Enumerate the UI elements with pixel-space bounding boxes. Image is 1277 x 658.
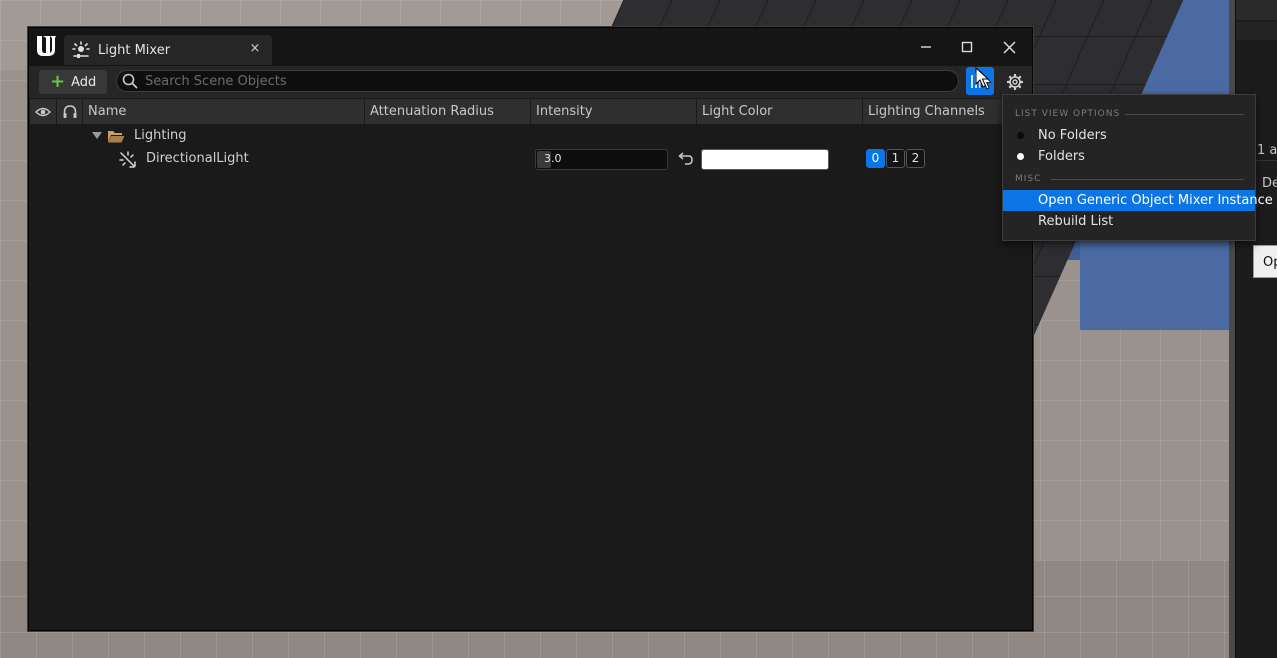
lighting-channel-1[interactable]: 1 (886, 149, 905, 168)
menu-item-no-folders[interactable]: No Folders (1003, 125, 1255, 146)
add-button[interactable]: + Add (39, 70, 107, 94)
lighting-channel-0[interactable]: 0 (866, 149, 885, 168)
search-input[interactable] (145, 73, 925, 89)
maximize-button[interactable] (952, 34, 982, 60)
maximize-icon (961, 41, 973, 53)
tab-title: Light Mixer (98, 42, 171, 58)
tab-light-mixer[interactable]: Light Mixer × (64, 35, 272, 65)
menu-divider (1051, 179, 1244, 180)
search-icon (122, 73, 138, 89)
column-light-color[interactable]: Light Color (697, 99, 863, 124)
menu-item-folders-label: Folders (1038, 149, 1085, 164)
menu-section-misc: MISC (1015, 174, 1042, 184)
column-intensity[interactable]: Intensity (531, 99, 697, 124)
directional-light-icon (119, 151, 136, 168)
column-name[interactable]: Name (83, 99, 365, 124)
menu-divider (1125, 114, 1244, 115)
details-panel-button[interactable]: Op (1253, 245, 1277, 278)
menu-item-open-generic-mixer[interactable]: Open Generic Object Mixer Instance (1003, 190, 1273, 211)
radio-selected-icon (1017, 153, 1024, 160)
gear-icon (1007, 74, 1023, 90)
minimize-button[interactable] (911, 34, 941, 60)
table-row-folder[interactable]: Lighting (30, 125, 1031, 148)
settings-button[interactable] (1003, 70, 1027, 94)
settings-dropdown-menu: LIST VIEW OPTIONS No Folders Folders MIS… (1002, 94, 1273, 241)
column-solo[interactable] (57, 99, 83, 124)
menu-section-list-view: LIST VIEW OPTIONS (1015, 109, 1121, 119)
light-mixer-icon (72, 41, 90, 58)
radio-unselected-icon (1017, 132, 1024, 139)
light-color-swatch[interactable] (701, 149, 829, 170)
title-bar[interactable]: Light Mixer × (29, 28, 1032, 66)
light-label: DirectionalLight (146, 151, 249, 166)
minimize-icon (921, 46, 931, 48)
unreal-logo-icon (37, 36, 56, 56)
lighting-channel-2[interactable]: 2 (906, 149, 925, 168)
light-mixer-window: Light Mixer × + Add Search Scene Objects… (28, 27, 1033, 631)
menu-item-no-folders-label: No Folders (1038, 128, 1107, 143)
menu-item-open-generic-label: Open Generic Object Mixer Instance (1038, 193, 1273, 208)
table-header: Name Attenuation Radius Intensity Light … (30, 99, 1031, 124)
details-panel-subtab[interactable] (1236, 22, 1277, 40)
add-button-label: Add (71, 74, 97, 90)
menu-item-rebuild-list[interactable]: Rebuild List (1003, 211, 1255, 232)
column-visibility[interactable] (30, 99, 57, 124)
mouse-cursor-icon (975, 67, 990, 88)
folder-label: Lighting (134, 128, 187, 143)
menu-item-folders[interactable]: Folders (1003, 146, 1255, 167)
expand-arrow-icon[interactable] (92, 132, 102, 139)
search-box[interactable] (116, 70, 959, 92)
tab-close-button[interactable]: × (248, 41, 262, 57)
close-icon (1002, 40, 1016, 54)
details-panel-count: 1 ac (1257, 143, 1277, 158)
reset-arrow-icon[interactable] (676, 150, 694, 168)
toolbar: + Add (29, 66, 1032, 98)
intensity-field[interactable]: 3.0 (535, 149, 668, 170)
eye-icon (35, 107, 51, 116)
menu-item-rebuild-label: Rebuild List (1038, 214, 1114, 229)
headphones-icon (63, 104, 76, 118)
column-attenuation-radius[interactable]: Attenuation Radius (365, 99, 531, 124)
intensity-value: 3.0 (544, 152, 562, 165)
table-row-light[interactable]: DirectionalLight 3.0 0 1 2 (30, 148, 1031, 171)
folder-open-icon (108, 131, 125, 143)
plus-icon: + (50, 71, 66, 92)
details-panel-tab[interactable] (1236, 0, 1277, 20)
details-panel-label: De (1262, 176, 1277, 191)
close-button[interactable] (994, 34, 1024, 60)
